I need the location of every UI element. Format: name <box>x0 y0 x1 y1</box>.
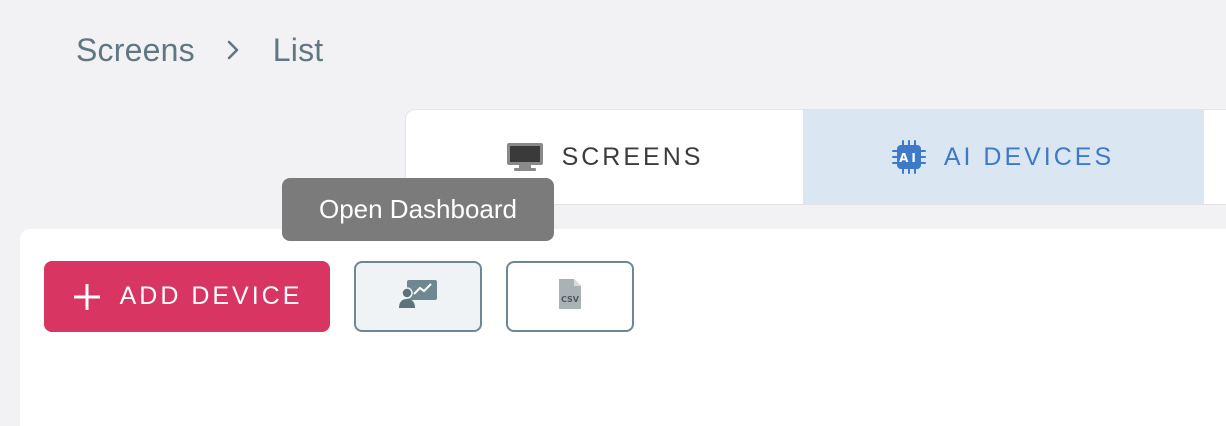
chevron-right-icon <box>211 28 255 72</box>
csv-icon-text: CSV <box>561 295 580 304</box>
open-dashboard-tooltip: Open Dashboard <box>282 178 554 241</box>
breadcrumb-item-screens[interactable]: Screens <box>76 32 195 69</box>
export-csv-button[interactable]: CSV <box>506 261 634 332</box>
tab-screens-label: SCREENS <box>561 142 704 171</box>
breadcrumb: Screens List <box>76 28 323 72</box>
tooltip-text: Open Dashboard <box>318 194 518 224</box>
tab-ai-devices-label: AI DEVICES <box>943 142 1115 171</box>
tab-bar-empty-area <box>1203 110 1226 204</box>
breadcrumb-item-list: List <box>272 31 324 68</box>
open-dashboard-button[interactable] <box>354 261 482 332</box>
monitor-icon <box>506 142 544 172</box>
add-device-label: ADD DEVICE <box>119 282 303 310</box>
csv-file-icon: CSV <box>557 278 583 315</box>
add-device-button[interactable]: ADD DEVICE <box>44 261 330 332</box>
svg-text:AI: AI <box>899 151 919 165</box>
ai-chip-icon: AI <box>891 140 926 174</box>
plus-icon <box>72 282 102 312</box>
dashboard-presenter-icon <box>398 279 438 314</box>
tab-ai-devices[interactable]: AI AI DEVICES <box>803 110 1203 204</box>
